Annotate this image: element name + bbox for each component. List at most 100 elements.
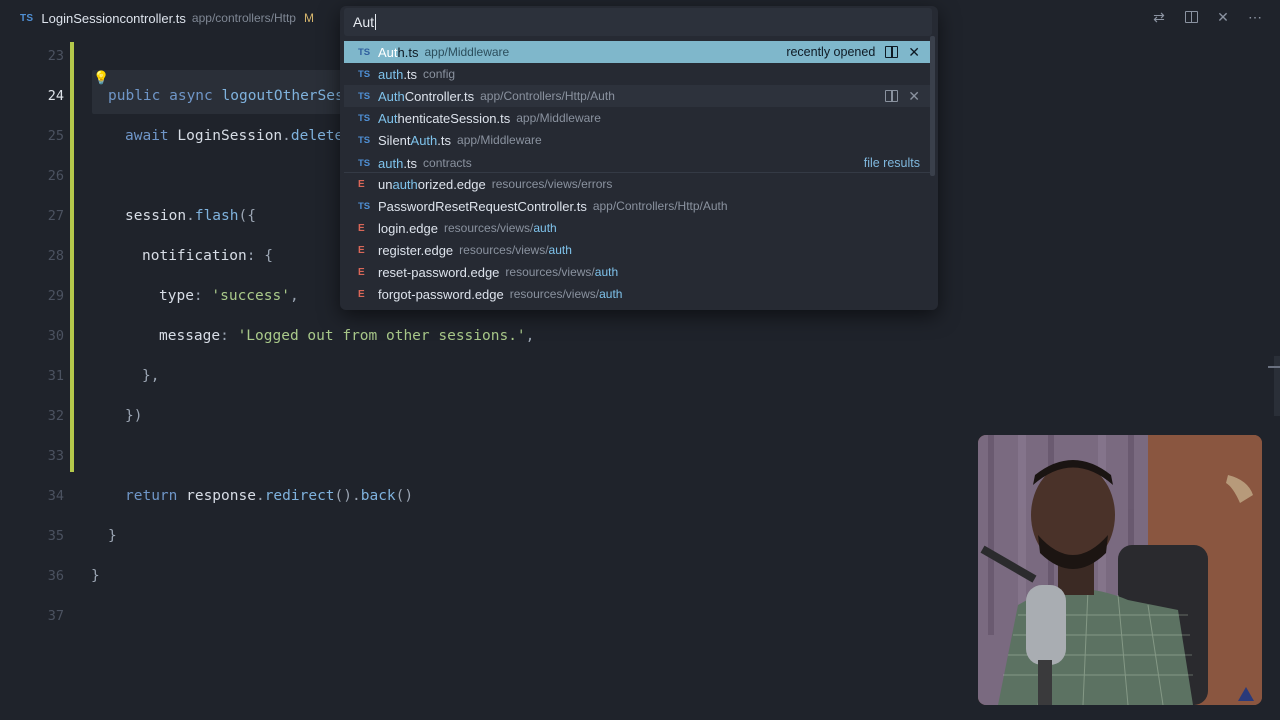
file-name: auth.ts	[378, 156, 417, 171]
code-token: flash	[194, 208, 239, 224]
remove-from-history-icon[interactable]: ✕	[908, 45, 920, 59]
code-token: response	[186, 488, 256, 504]
file-name-part: henticateSession.ts	[397, 110, 511, 126]
compare-changes-icon[interactable]: ⇄	[1150, 8, 1168, 26]
item-label: recently opened	[786, 45, 876, 59]
code-line[interactable]: 34 return response.redirect().back()	[0, 476, 1000, 516]
quick-open-item[interactable]: Ereset-password.edge resources/views/auth	[344, 261, 932, 283]
code-text: }	[108, 528, 117, 544]
file-name: SilentAuth.ts	[378, 133, 451, 148]
file-path: resources/views/auth	[459, 243, 572, 257]
match-highlight: auth	[378, 155, 404, 171]
typescript-file-icon: TS	[358, 134, 371, 146]
path-match-highlight: auth	[599, 287, 623, 301]
code-token: ,	[525, 328, 535, 344]
presenter-video	[978, 435, 1262, 705]
code-token: },	[142, 368, 160, 384]
code-token: LoginSession	[177, 128, 283, 144]
overview-ruler-marker	[1268, 366, 1280, 368]
editor-scrollbar[interactable]	[1274, 356, 1280, 416]
file-path-text: resources/views/errors	[491, 177, 613, 191]
edge-file-icon: E	[358, 178, 365, 190]
item-actions: ✕	[885, 89, 920, 103]
quick-open-query: Aut	[353, 14, 375, 30]
file-name-part: .ts	[437, 132, 452, 148]
match-highlight: Aut	[378, 44, 398, 60]
file-name: AuthenticateSession.ts	[378, 111, 510, 126]
quick-open-scrollbar[interactable]	[930, 36, 935, 176]
code-token: ()	[395, 488, 414, 504]
quick-open-item[interactable]: TS AuthController.ts app/Controllers/Http/…	[344, 85, 932, 107]
match-highlight: Aut	[378, 110, 398, 126]
file-path-text: resources/views/	[509, 287, 600, 301]
code-token: }	[91, 568, 100, 584]
file-path: resources/views/auth	[444, 221, 557, 235]
match-highlight: auth	[378, 66, 404, 82]
code-token: back	[360, 488, 396, 504]
code-text: notification: {	[142, 248, 273, 264]
quick-open-item[interactable]: TS auth.ts config	[344, 63, 932, 85]
line-number: 32	[47, 408, 64, 424]
line-number: 31	[47, 368, 64, 384]
quick-open-item[interactable]: Elogin.edge resources/views/auth	[344, 217, 932, 239]
path-match-highlight: auth	[548, 243, 572, 257]
code-token: : {	[246, 248, 273, 264]
code-text: type: 'success',	[159, 288, 299, 304]
file-path-text: config	[423, 67, 456, 81]
file-path-text: app/Controllers/Http/Auth	[592, 199, 728, 213]
file-path: app/Controllers/Http/Auth	[593, 199, 728, 213]
file-name-part: Silent	[378, 132, 411, 148]
code-text: })	[125, 408, 142, 424]
file-path-text: app/Controllers/Http/Auth	[480, 89, 615, 103]
line-number: 33	[47, 448, 64, 464]
quick-open-input[interactable]: Aut	[344, 8, 932, 36]
line-number: 25	[47, 128, 64, 144]
quick-open-panel: Aut TS Auth.ts app/Middleware recently open…	[340, 6, 938, 310]
remove-from-history-icon[interactable]: ✕	[908, 89, 920, 103]
code-token: type	[159, 288, 194, 304]
quick-open-item[interactable]: TS SilentAuth.ts app/Middleware	[344, 129, 932, 151]
code-token: session	[125, 208, 187, 224]
quick-open-item[interactable]: TS Auth.ts app/Middleware recently opened ✕	[344, 41, 932, 63]
editor-tab[interactable]: TS LoginSessioncontroller.ts app/control…	[0, 0, 314, 36]
code-line[interactable]: 37	[0, 596, 1000, 636]
code-line[interactable]: 30 message: 'Logged out from other sessio…	[0, 316, 1000, 356]
quick-open-item[interactable]: TS PasswordResetRequestController.ts app/C…	[344, 195, 932, 217]
more-actions-icon[interactable]: ⋯	[1246, 8, 1264, 26]
file-name: register.edge	[378, 243, 453, 258]
file-path: resources/views/auth	[510, 287, 623, 301]
file-path-text: resources/views/	[444, 221, 534, 235]
code-token: ().	[334, 488, 361, 504]
quick-open-item[interactable]: TS AuthenticateSession.ts app/Middleware	[344, 107, 932, 129]
quick-open-item[interactable]: Eforgot-password.edge resources/views/aut…	[344, 283, 932, 305]
match-highlight: auth	[392, 176, 418, 192]
line-number: 34	[47, 488, 64, 504]
item-actions: recently opened ✕	[786, 45, 920, 59]
code-token: logoutOtherSess	[221, 88, 353, 104]
code-line[interactable]: 33	[0, 436, 1000, 476]
code-line[interactable]: 31},	[0, 356, 1000, 396]
code-line[interactable]: 36}	[0, 556, 1000, 596]
quick-open-item[interactable]: Eregister.edge resources/views/auth	[344, 239, 932, 261]
file-name-part: .ts	[403, 155, 418, 171]
file-path: app/Middleware	[457, 133, 542, 147]
open-to-side-icon[interactable]	[885, 90, 899, 102]
code-line[interactable]: 32})	[0, 396, 1000, 436]
file-name: AuthController.ts	[378, 89, 474, 104]
code-text: }	[91, 568, 100, 584]
editor-actions: ⇄ ✕ ⋯	[1150, 8, 1264, 26]
open-to-side-icon[interactable]	[885, 46, 899, 58]
code-token: public async	[108, 88, 222, 104]
file-path-text: app/Middleware	[516, 111, 601, 125]
quick-open-item[interactable]: Eunauthorized.edge resources/views/errors	[344, 173, 932, 195]
code-text: await LoginSession.deleteQ	[125, 128, 352, 144]
line-number: 36	[47, 568, 64, 584]
code-line[interactable]: 35}	[0, 516, 1000, 556]
line-number: 26	[47, 168, 64, 184]
file-name-part: PasswordResetRequestController.ts	[378, 198, 587, 214]
split-editor-icon[interactable]	[1182, 8, 1200, 26]
quick-open-item[interactable]: TS auth.ts contracts file results	[344, 152, 932, 174]
close-icon[interactable]: ✕	[1214, 8, 1232, 26]
file-path: resources/views/auth	[505, 265, 618, 279]
file-name-part: orized.edge	[417, 176, 486, 192]
